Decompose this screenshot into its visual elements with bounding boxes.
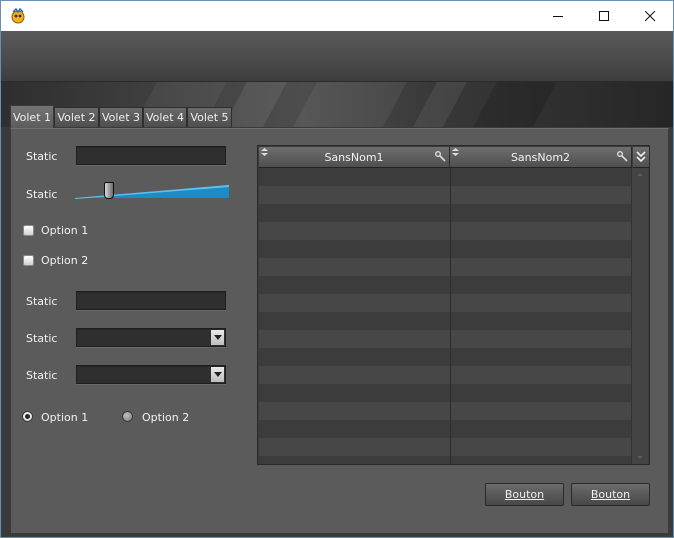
table-row[interactable] [259,420,632,438]
slider-thumb[interactable] [104,182,114,199]
table-row[interactable] [259,276,632,294]
chevron-down-icon[interactable] [211,367,224,382]
tab-volet-4[interactable]: Volet 4 [143,107,187,127]
table-row[interactable] [259,366,632,384]
table-row[interactable] [259,258,632,276]
combo-label-1: Static [26,332,58,345]
column-chooser-button[interactable] [633,147,649,168]
checkbox-option-1-label: Option 1 [41,224,89,237]
minimize-icon [552,15,563,17]
combo-box-1[interactable] [76,328,226,347]
search-key-icon[interactable] [435,151,446,162]
table-row[interactable] [259,348,632,366]
radio-option-1[interactable] [22,411,33,422]
column-divider [450,168,451,464]
static-label-2: Static [26,295,58,308]
chevron-down-icon[interactable] [211,330,224,345]
text-field-2[interactable] [76,291,226,310]
checkbox-option-2[interactable] [23,255,34,266]
table-row[interactable] [259,222,632,240]
slider-track [75,185,229,199]
combo-box-2[interactable] [76,365,226,384]
maximize-button[interactable] [581,1,627,31]
double-chevron-down-icon [636,151,646,163]
table-row[interactable] [259,438,632,456]
slider-label: Static [26,188,58,201]
vertical-scrollbar[interactable] [631,168,648,464]
tab-volet-3[interactable]: Volet 3 [99,107,143,127]
slider[interactable] [75,182,230,202]
tab-volet-5[interactable]: Volet 5 [187,107,232,127]
text-field-1[interactable] [76,146,226,165]
sort-icon[interactable] [452,148,459,156]
scroll-down-icon[interactable] [632,454,648,462]
bouton-button-2[interactable]: Bouton [571,483,650,506]
application-window: Volet 1 Volet 2 Volet 3 Volet 4 Volet 5 … [0,0,674,538]
static-label-1: Static [26,150,58,163]
maximize-icon [598,10,609,21]
minimize-button[interactable] [535,1,581,31]
radio-option-2[interactable] [122,411,133,422]
column-header-sansnom1[interactable]: SansNom1 [259,147,450,168]
table-row[interactable] [259,384,632,402]
checkbox-option-1[interactable] [23,225,34,236]
checkbox-option-2-label: Option 2 [41,254,89,267]
tab-panel-volet-1: Static Static Option 1 Option 2 Static S… [10,128,669,534]
radio-option-2-label: Option 2 [142,411,190,424]
bouton-button-1[interactable]: Bouton [485,483,564,506]
close-icon [644,10,655,21]
table-row[interactable] [259,312,632,330]
table-row[interactable] [259,204,632,222]
toolbar-area [1,31,673,82]
data-table: SansNom1 SansNom2 [257,145,650,465]
tab-volet-2[interactable]: Volet 2 [54,107,99,127]
column-header-label: SansNom2 [510,151,571,164]
close-button[interactable] [627,1,673,31]
radio-option-1-label: Option 1 [41,411,89,424]
table-row[interactable] [259,186,632,204]
table-row[interactable] [259,402,632,420]
combo-label-2: Static [26,369,58,382]
table-row[interactable] [259,330,632,348]
table-row[interactable] [259,168,632,186]
tab-volet-1[interactable]: Volet 1 [10,105,54,129]
column-header-label: SansNom1 [324,151,384,164]
column-header-sansnom2[interactable]: SansNom2 [450,147,632,168]
title-bar [1,1,673,31]
table-row[interactable] [259,240,632,258]
windev-app-icon [10,7,26,24]
search-key-icon[interactable] [617,151,628,162]
sort-icon[interactable] [261,148,268,156]
scroll-up-icon[interactable] [632,170,648,178]
table-row[interactable] [259,294,632,312]
